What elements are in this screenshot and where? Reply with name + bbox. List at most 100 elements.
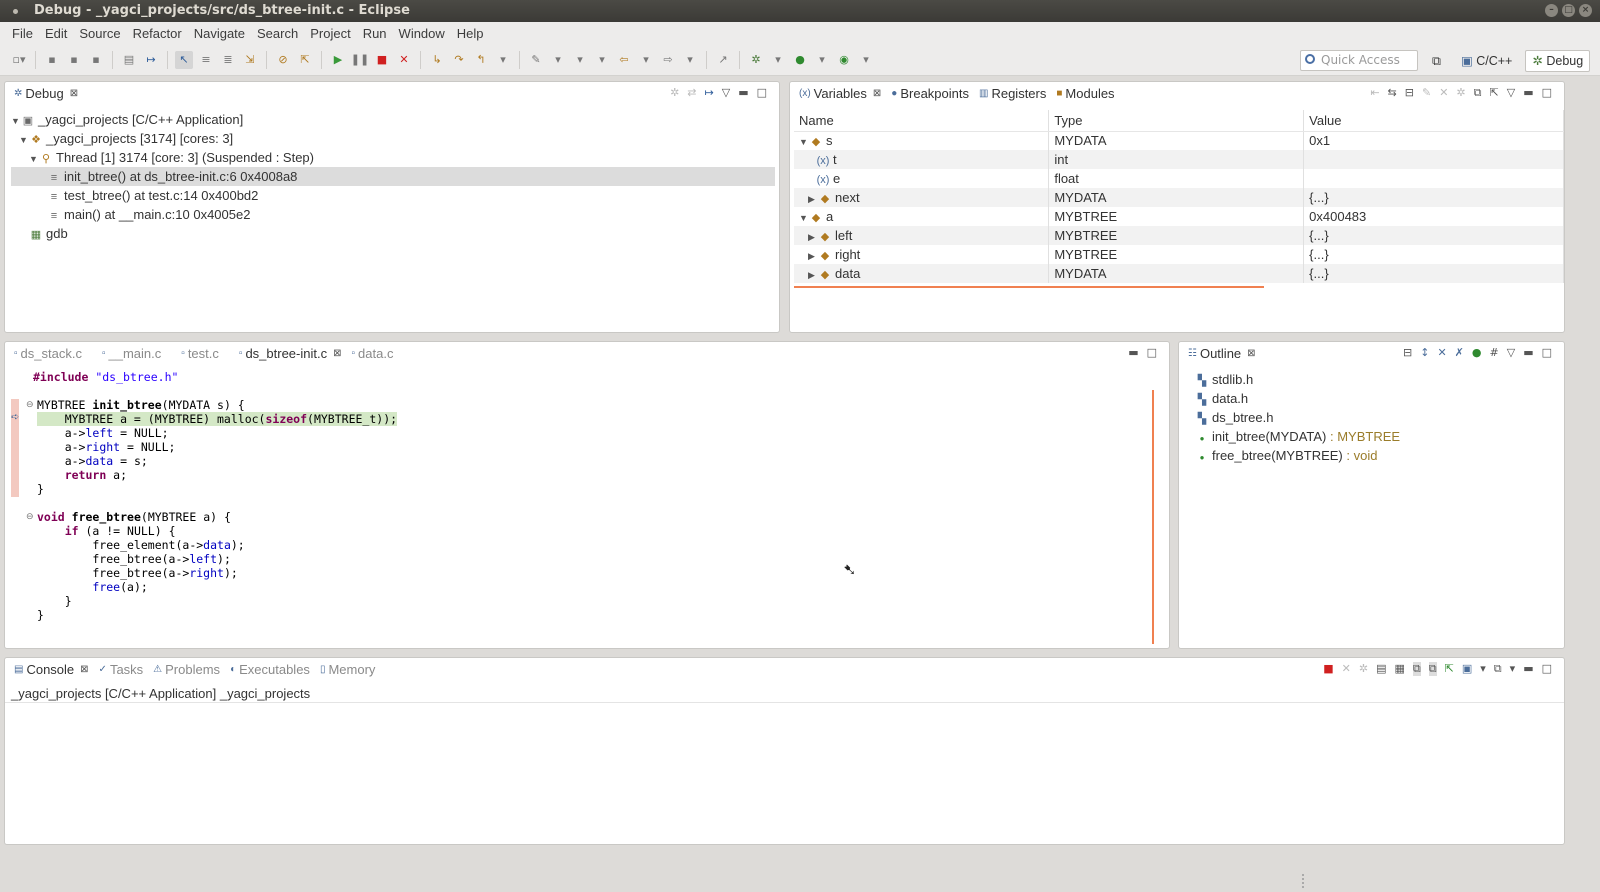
- maximize-view-icon[interactable]: □: [1542, 346, 1552, 359]
- variable-value[interactable]: [1303, 150, 1564, 169]
- variable-row[interactable]: (x) t int: [794, 150, 1564, 169]
- tab-modules[interactable]: ■ Modules: [1051, 82, 1119, 106]
- tab-ds-stack[interactable]: ▫ ds_stack.c: [9, 342, 87, 366]
- step-return-alt-icon[interactable]: ↰: [472, 51, 490, 69]
- menu-window[interactable]: Window: [393, 26, 451, 41]
- collapse-all-icon[interactable]: ⊟: [1403, 346, 1412, 359]
- collapse-icon[interactable]: ⇤: [1370, 86, 1379, 100]
- tab-main[interactable]: ▫ __main.c: [97, 342, 166, 366]
- terminate-icon[interactable]: ■: [1323, 662, 1333, 676]
- stack-frame-test-btree[interactable]: ≡ test_btree() at test.c:14 0x400bd2: [11, 186, 259, 205]
- minimize-view-icon[interactable]: ▬: [1128, 346, 1138, 359]
- variable-value[interactable]: [1303, 169, 1564, 188]
- clear-console-icon[interactable]: ▤: [1376, 662, 1386, 676]
- variable-value[interactable]: {...}: [1303, 264, 1564, 283]
- dropdown-icon[interactable]: ▾: [494, 51, 512, 69]
- debug-bug-icon[interactable]: ✲: [747, 51, 765, 69]
- menu-project[interactable]: Project: [304, 26, 356, 41]
- tab-breakpoints[interactable]: ● Breakpoints: [886, 82, 974, 106]
- run-icon[interactable]: ●: [791, 51, 809, 69]
- remove-all-terminated-icon[interactable]: ✲: [670, 86, 679, 99]
- maximize-view-icon[interactable]: □: [1542, 86, 1552, 100]
- disconnect-icon[interactable]: ✕: [395, 51, 413, 69]
- expand-arrow-icon[interactable]: ▶: [808, 270, 818, 281]
- variable-row[interactable]: ▶ ◆ left MYBTREE {...}: [794, 226, 1564, 245]
- show-on-stderr-icon[interactable]: ⧉: [1428, 662, 1437, 676]
- menu-source[interactable]: Source: [73, 26, 126, 41]
- column-name[interactable]: Name: [794, 110, 1050, 132]
- maximize-view-icon[interactable]: □: [1147, 346, 1157, 359]
- terminal-icon[interactable]: ▤: [120, 51, 138, 69]
- scroll-lock-icon[interactable]: ▦: [1395, 662, 1405, 676]
- remove-all-launches-icon[interactable]: ✲: [1359, 662, 1368, 676]
- hide-static-icon[interactable]: ✗: [1455, 346, 1464, 359]
- tree-thread[interactable]: ▼ ⚲ Thread [1] 3174 [core: 3] (Suspended :…: [29, 148, 314, 167]
- outline-item-include[interactable]: ▚ data.h: [1195, 389, 1248, 408]
- debug-dropdown-icon[interactable]: ▾: [769, 51, 787, 69]
- suspend-icon[interactable]: ❚❚: [351, 51, 369, 69]
- menu-help[interactable]: Help: [451, 26, 490, 41]
- tab-memory[interactable]: ▯ Memory: [315, 658, 380, 682]
- open-console-dropdown-icon[interactable]: ▾: [1510, 662, 1516, 676]
- hide-fields-icon[interactable]: ✕: [1437, 346, 1446, 359]
- resume-icon[interactable]: ▶: [329, 51, 347, 69]
- expand-arrow-icon[interactable]: ▶: [808, 251, 818, 262]
- collapse-arrow-icon[interactable]: ▼: [799, 137, 809, 147]
- tree-gdb[interactable]: ▦ gdb: [11, 224, 68, 243]
- display-console-icon[interactable]: ▣: [1462, 662, 1472, 676]
- right-overview-ruler[interactable]: [1152, 390, 1154, 644]
- variable-value[interactable]: {...}: [1303, 245, 1564, 264]
- external-icon[interactable]: ↗: [714, 51, 732, 69]
- pin-icon[interactable]: ✎: [527, 51, 545, 69]
- remove-icon[interactable]: ✎: [1422, 86, 1431, 100]
- close-tab-icon[interactable]: ⊠: [333, 342, 341, 366]
- maximize-view-icon[interactable]: □: [1542, 662, 1552, 676]
- open-console-icon[interactable]: ⧉: [1494, 662, 1502, 676]
- tab-tasks[interactable]: ✓ Tasks: [94, 658, 149, 682]
- tab-variables[interactable]: (x) Variables ⊠: [794, 82, 886, 106]
- pin-view-icon[interactable]: ⇱: [1490, 86, 1499, 100]
- save-icon[interactable]: ▪: [43, 51, 61, 69]
- list-icon[interactable]: ≡: [197, 51, 215, 69]
- show-type-names-icon[interactable]: ⇆: [1388, 86, 1397, 100]
- variable-row[interactable]: ▶ ◆ right MYBTREE {...}: [794, 245, 1564, 264]
- menu-edit[interactable]: Edit: [39, 26, 73, 41]
- tab-ds-btree-init[interactable]: ▫ ds_btree-init.c ⊠: [233, 342, 347, 366]
- stack-frame-main[interactable]: ≡ main() at __main.c:10 0x4005e2: [11, 205, 251, 224]
- new-view-icon[interactable]: ⧉: [1474, 86, 1482, 100]
- back-dropdown-icon[interactable]: ▾: [637, 51, 655, 69]
- minimize-view-icon[interactable]: ▬: [1523, 346, 1533, 359]
- status-bar-grip[interactable]: [1302, 874, 1304, 888]
- new-icon[interactable]: ▫▾: [10, 51, 28, 69]
- hide-non-public-icon[interactable]: ●: [1472, 346, 1482, 359]
- instruction-step-icon[interactable]: ↦: [142, 51, 160, 69]
- column-type[interactable]: Type: [1048, 110, 1305, 132]
- minimize-view-icon[interactable]: ▬: [1523, 662, 1533, 676]
- list-alt-icon[interactable]: ≣: [219, 51, 237, 69]
- forward-icon[interactable]: ⇨: [659, 51, 677, 69]
- column-value[interactable]: Value: [1303, 110, 1564, 132]
- expand-arrow-icon[interactable]: ▶: [808, 232, 818, 243]
- view-menu-icon[interactable]: ▽: [1507, 86, 1515, 100]
- prev-annotation-icon[interactable]: ▾: [593, 51, 611, 69]
- skip-icon[interactable]: ⇲: [241, 51, 259, 69]
- sort-icon[interactable]: ↕: [1420, 346, 1429, 359]
- tab-debug[interactable]: ✲ Debug ⊠: [9, 82, 83, 106]
- maximize-icon[interactable]: □: [1562, 4, 1575, 17]
- step-return-icon[interactable]: ⇱: [296, 51, 314, 69]
- tab-outline[interactable]: ☷ Outline ⊠: [1183, 342, 1261, 366]
- expand-arrow-icon[interactable]: ▶: [808, 194, 818, 205]
- link-icon[interactable]: ⊘: [274, 51, 292, 69]
- pin-console-icon[interactable]: ⇱: [1445, 662, 1454, 676]
- step-over-icon[interactable]: ↷: [450, 51, 468, 69]
- tree-process[interactable]: ▼ ❖ _yagci_projects [3174] [cores: 3]: [19, 129, 233, 148]
- step-mode-icon[interactable]: ↦: [705, 86, 714, 99]
- pointer-icon[interactable]: ↖: [175, 50, 193, 69]
- view-menu-icon[interactable]: ▽: [722, 86, 730, 99]
- perspective-cpp[interactable]: ▣ C/C++: [1454, 50, 1519, 72]
- close-tab-icon[interactable]: ⊠: [873, 82, 881, 106]
- minimize-view-icon[interactable]: ▬: [1523, 86, 1533, 100]
- menu-search[interactable]: Search: [251, 26, 304, 41]
- filter-icon[interactable]: ▾: [549, 51, 567, 69]
- print-icon[interactable]: ▪: [87, 51, 105, 69]
